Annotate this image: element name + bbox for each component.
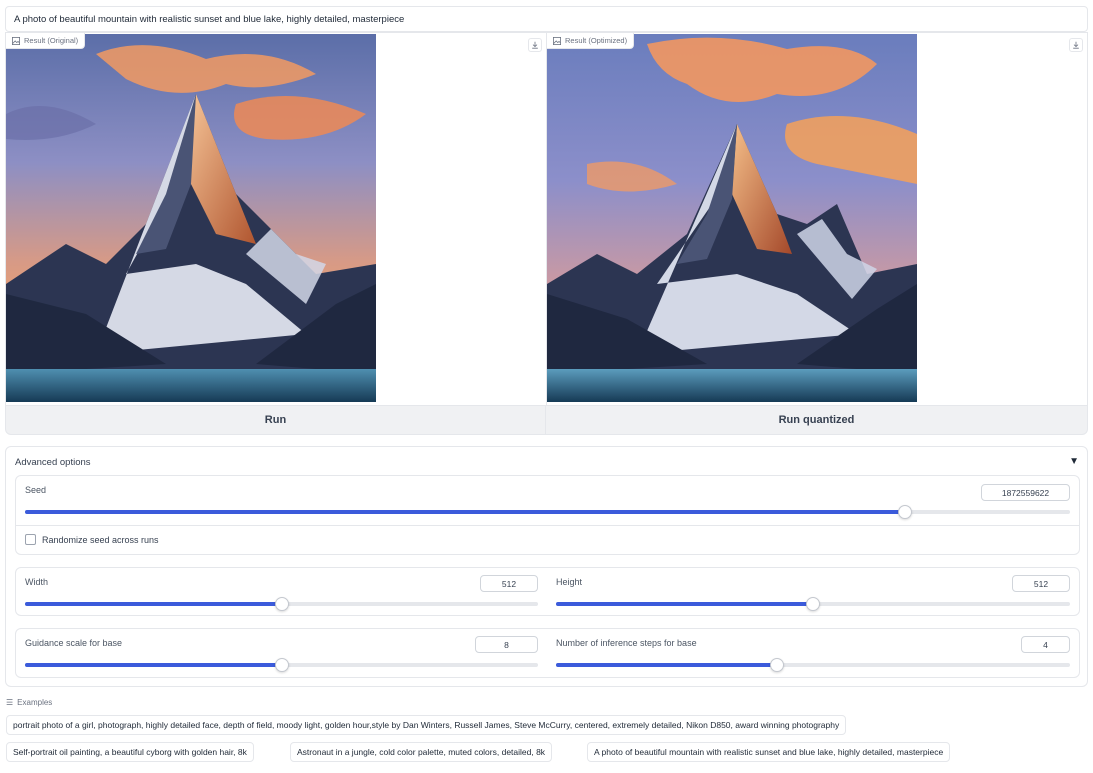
advanced-options-title[interactable]: Advanced options [15, 457, 91, 468]
width-label: Width [25, 577, 49, 587]
seed-slider[interactable] [25, 505, 1070, 519]
list-icon: ☰ [6, 698, 14, 707]
image-icon [553, 36, 561, 45]
download-optimized-button[interactable] [1069, 38, 1083, 52]
height-slider-fill [556, 602, 813, 606]
download-original-button[interactable] [528, 38, 542, 52]
height-slider-thumb[interactable] [806, 597, 820, 611]
examples-header: ☰ Examples [6, 698, 52, 707]
randomize-seed-label: Randomize seed across runs [42, 535, 159, 545]
prompt-input[interactable]: A photo of beautiful mountain with reali… [5, 6, 1088, 32]
height-label: Height [556, 577, 583, 587]
dimensions-block: Width 512 Height 512 [15, 567, 1080, 616]
steps-label: Number of inference steps for base [556, 638, 697, 648]
run-quantized-button[interactable]: Run quantized [546, 405, 1088, 435]
download-icon [532, 41, 538, 49]
example-chip[interactable]: portrait photo of a girl, photograph, hi… [6, 715, 847, 735]
download-icon [1073, 41, 1079, 49]
seed-label: Seed [25, 485, 47, 495]
result-original-text: Result (Original) [24, 36, 79, 45]
image-icon [12, 36, 20, 45]
example-chip[interactable]: Astronaut in a jungle, cold color palett… [290, 742, 553, 762]
guidance-label: Guidance scale for base [25, 638, 123, 648]
result-optimized-text: Result (Optimized) [565, 36, 628, 45]
width-number-input[interactable]: 512 [480, 575, 538, 592]
height-slider[interactable] [556, 597, 1070, 611]
guidance-slider-thumb[interactable] [274, 658, 289, 672]
result-optimized-image [547, 34, 917, 402]
result-optimized-label: Result (Optimized) [547, 33, 635, 49]
advanced-options-accordion: Advanced options ▼ Seed 1872559622 Rando… [5, 446, 1088, 687]
guidance-slider-fill [25, 663, 282, 667]
result-optimized-panel: Result (Optimized) [546, 32, 1088, 406]
width-slider-fill [25, 602, 282, 606]
randomize-seed-checkbox[interactable] [25, 534, 36, 545]
seed-block: Seed 1872559622 Randomize seed across ru… [15, 475, 1080, 555]
examples-title: Examples [17, 698, 53, 707]
steps-number-input[interactable]: 4 [1021, 636, 1070, 653]
inference-block: Guidance scale for base 8 Number of infe… [15, 628, 1080, 678]
width-slider[interactable] [25, 597, 538, 611]
steps-slider[interactable] [556, 658, 1070, 672]
run-button[interactable]: Run [5, 405, 546, 435]
result-original-panel: Result (Original) [5, 32, 546, 406]
seed-slider-thumb[interactable] [898, 505, 913, 519]
guidance-number-input[interactable]: 8 [475, 636, 538, 653]
seed-number-input[interactable]: 1872559622 [981, 484, 1070, 501]
example-chip[interactable]: Self-portrait oil painting, a beautiful … [6, 742, 254, 762]
seed-divider [16, 525, 1079, 526]
steps-slider-fill [556, 663, 778, 667]
guidance-slider[interactable] [25, 658, 538, 672]
steps-slider-thumb[interactable] [770, 658, 785, 672]
result-original-label: Result (Original) [6, 33, 86, 49]
height-number-input[interactable]: 512 [1012, 575, 1070, 592]
result-original-image [6, 34, 376, 402]
width-slider-thumb[interactable] [274, 597, 289, 611]
triangle-down-icon[interactable]: ▼ [1069, 456, 1079, 467]
example-chip[interactable]: A photo of beautiful mountain with reali… [587, 742, 951, 762]
seed-slider-fill [25, 510, 906, 514]
